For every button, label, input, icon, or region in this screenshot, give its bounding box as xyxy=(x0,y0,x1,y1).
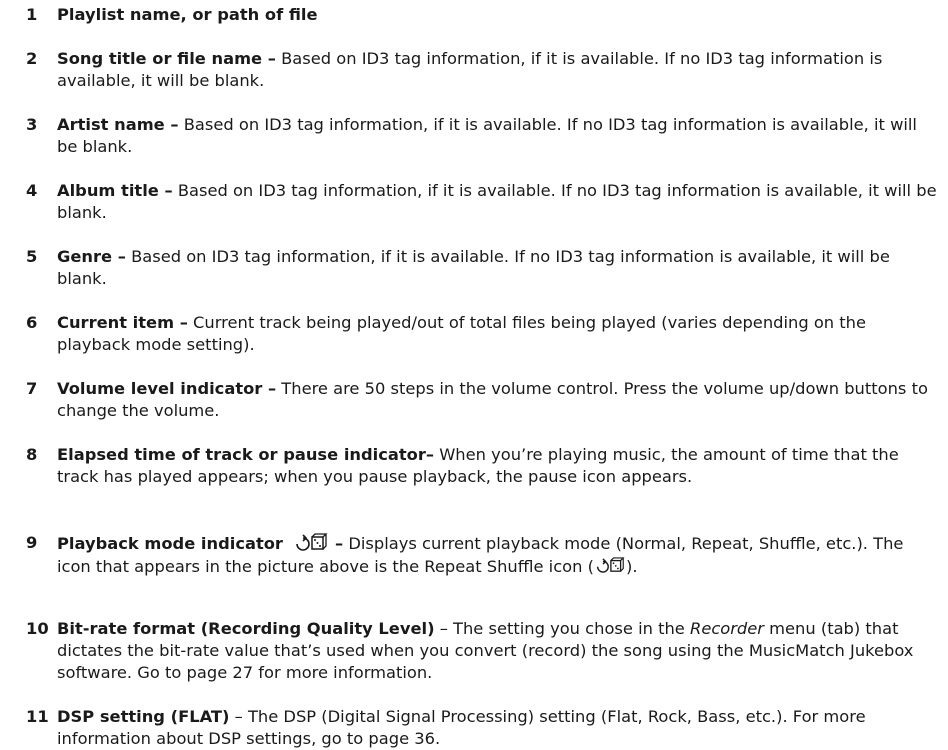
item-body: Elapsed time of track or pause indicator… xyxy=(57,444,940,488)
item-term: Artist name – xyxy=(57,115,179,134)
item-number: 1 xyxy=(26,5,38,24)
list-item: 11 DSP setting (FLAT) – The DSP (Digital… xyxy=(26,706,940,750)
list-item: 5 Genre – Based on ID3 tag information, … xyxy=(26,246,940,290)
item-body: Current item – Current track being playe… xyxy=(57,312,940,356)
item-emphasis: Recorder xyxy=(690,619,764,638)
item-description: – The setting you chose in the xyxy=(434,619,690,638)
item-term: Elapsed time of track or pause indicator… xyxy=(57,445,435,464)
list-item: 4 Album title – Based on ID3 tag informa… xyxy=(26,180,940,224)
item-body: Artist name – Based on ID3 tag informati… xyxy=(57,114,940,158)
list-item: 8 Elapsed time of track or pause indicat… xyxy=(26,444,940,488)
list-item: 6 Current item – Current track being pla… xyxy=(26,312,940,356)
item-term: Genre – xyxy=(57,247,126,266)
item-term: Song title or file name – xyxy=(57,49,276,68)
item-number: 8 xyxy=(26,445,38,464)
repeat-shuffle-icon xyxy=(294,532,328,552)
item-number: 2 xyxy=(26,49,38,68)
item-term: Current item – xyxy=(57,313,188,332)
item-number: 10 xyxy=(26,619,49,638)
item-number: 6 xyxy=(26,313,38,332)
item-number: 7 xyxy=(26,379,38,398)
list-item: 1 Playlist name, or path of file xyxy=(26,4,940,26)
item-body: Volume level indicator – There are 50 st… xyxy=(57,378,940,422)
item-body: Genre – Based on ID3 tag information, if… xyxy=(57,246,940,290)
item-number: 4 xyxy=(26,181,38,200)
item-description: Based on ID3 tag information, if it is a… xyxy=(57,115,917,156)
item-body: Album title – Based on ID3 tag informati… xyxy=(57,180,940,224)
item-description-end: ). xyxy=(625,557,638,576)
item-description: Based on ID3 tag information, if it is a… xyxy=(57,247,890,288)
item-term: Volume level indicator – xyxy=(57,379,277,398)
item-number: 9 xyxy=(26,533,38,552)
item-body: Playlist name, or path of file xyxy=(57,4,940,26)
item-number: 11 xyxy=(26,707,49,726)
item-term: Playback mode indicator xyxy=(57,534,283,553)
item-term: Playlist name, or path of file xyxy=(57,5,318,24)
list-item: 9 Playback mode indicator – Displays cur… xyxy=(26,532,940,578)
repeat-shuffle-icon xyxy=(595,555,625,575)
list-item: 2 Song title or file name – Based on ID3… xyxy=(26,48,940,92)
item-term: Album title – xyxy=(57,181,173,200)
list-item: 10 Bit-rate format (Recording Quality Le… xyxy=(26,618,940,684)
item-number: 5 xyxy=(26,247,38,266)
list-item: 3 Artist name – Based on ID3 tag informa… xyxy=(26,114,940,158)
item-term: Bit-rate format (Recording Quality Level… xyxy=(57,619,435,638)
item-term: DSP setting (FLAT) xyxy=(57,707,230,726)
item-body: Playback mode indicator – Displays curre… xyxy=(57,532,940,578)
list-item: 7 Volume level indicator – There are 50 … xyxy=(26,378,940,422)
item-number: 3 xyxy=(26,115,38,134)
item-body: Bit-rate format (Recording Quality Level… xyxy=(57,618,940,684)
item-description: Based on ID3 tag information, if it is a… xyxy=(57,181,937,222)
item-term-suffix: – xyxy=(329,534,344,553)
item-body: Song title or file name – Based on ID3 t… xyxy=(57,48,940,92)
item-body: DSP setting (FLAT) – The DSP (Digital Si… xyxy=(57,706,940,750)
